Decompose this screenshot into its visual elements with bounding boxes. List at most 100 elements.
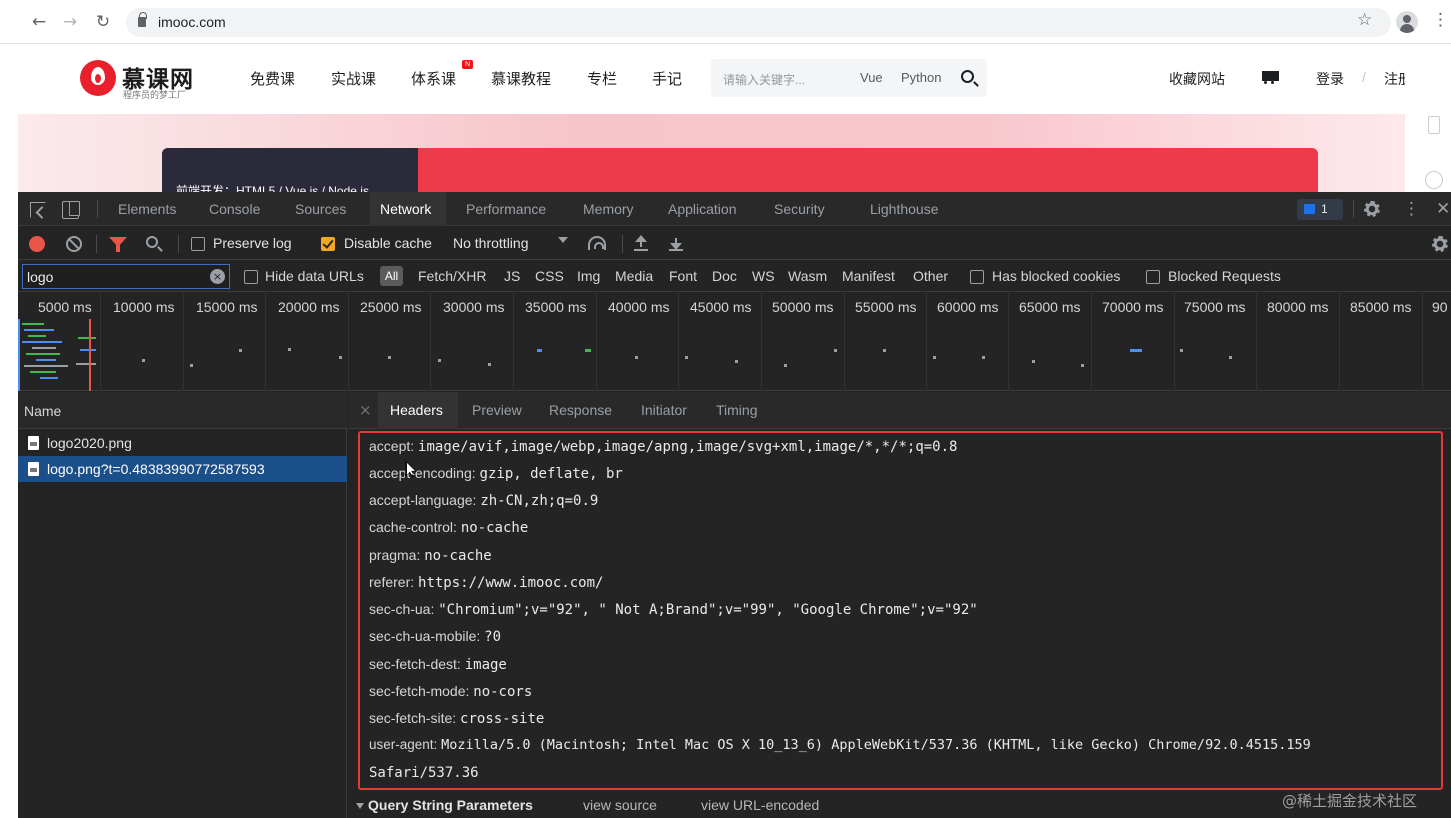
filter-type-all[interactable]: All [380,266,403,286]
favorite-site-link[interactable]: 收藏网站 [1169,69,1225,89]
filter-type-wasm[interactable]: Wasm [788,268,827,284]
timeline-tick: 80000 ms [1267,299,1329,315]
imooc-logo-icon[interactable] [80,60,116,96]
chevron-down-icon[interactable] [558,237,568,243]
site-nav-item[interactable]: 免费课 [250,68,295,89]
query-string-title[interactable]: Query String Parameters [368,797,533,813]
filter-type-font[interactable]: Font [669,268,697,284]
tab-console[interactable]: Console [209,201,260,217]
view-source-link[interactable]: view source [583,797,657,813]
tab-memory[interactable]: Memory [583,201,634,217]
import-har-icon[interactable] [634,235,648,251]
login-link[interactable]: 登录 [1316,69,1344,89]
record-icon[interactable] [29,236,45,252]
header-line[interactable]: sec-ch-ua-mobile: ?0 [369,628,501,645]
header-line-continuation[interactable]: Safari/537.36 [369,764,479,781]
close-devtools-icon[interactable]: ✕ [1436,199,1450,219]
has-blocked-cookies-checkbox[interactable] [970,270,984,284]
tab-application[interactable]: Application [668,201,737,217]
network-timeline-overview[interactable]: 5000 ms 10000 ms 15000 ms 20000 ms 25000… [18,293,1451,391]
tab-network[interactable]: Network [380,201,431,217]
filter-type-manifest[interactable]: Manifest [842,268,895,284]
forward-arrow-icon[interactable]: → [59,11,81,33]
tab-preview[interactable]: Preview [472,402,522,418]
request-row[interactable]: logo2020.png [18,430,347,456]
disable-cache-label[interactable]: Disable cache [344,235,432,251]
clear-icon[interactable] [66,236,82,252]
request-list-header[interactable]: Name [18,392,347,429]
close-detail-icon[interactable]: × [359,401,372,419]
tab-elements[interactable]: Elements [118,201,176,217]
settings-gear-icon[interactable] [1363,200,1381,218]
reload-icon[interactable]: ↻ [92,11,114,33]
blocked-requests-label[interactable]: Blocked Requests [1168,268,1281,284]
tab-initiator[interactable]: Initiator [641,402,687,418]
clear-filter-icon[interactable]: × [210,269,225,284]
blocked-requests-checkbox[interactable] [1146,270,1160,284]
profile-avatar-icon[interactable] [1396,11,1418,33]
has-blocked-cookies-label[interactable]: Has blocked cookies [992,268,1120,284]
collapse-triangle-icon[interactable] [356,803,364,809]
site-search-box[interactable]: 请输入关键字... Vue Python [711,59,987,97]
feedback-icon[interactable] [1425,171,1443,189]
filter-type-ws[interactable]: WS [752,268,775,284]
tab-sources[interactable]: Sources [295,201,346,217]
filter-input[interactable] [22,264,230,289]
header-line[interactable]: accept: image/avif,image/webp,image/apng… [369,438,957,455]
disable-cache-checkbox[interactable] [321,237,335,251]
tab-headers[interactable]: Headers [390,402,443,418]
preserve-log-label[interactable]: Preserve log [213,235,292,251]
back-arrow-icon[interactable]: ← [28,11,50,33]
export-har-icon[interactable] [669,235,683,251]
messages-badge[interactable]: 1 [1297,199,1343,220]
header-line[interactable]: sec-fetch-mode: no-cors [369,683,532,700]
view-url-encoded-link[interactable]: view URL-encoded [701,797,819,813]
tab-response[interactable]: Response [549,402,612,418]
hide-data-urls-checkbox[interactable] [244,270,258,284]
preserve-log-checkbox[interactable] [191,237,205,251]
request-row[interactable]: logo.png?t=0.48383990772587593 [18,456,347,482]
filter-type-media[interactable]: Media [615,268,653,284]
filter-type-js[interactable]: JS [504,268,520,284]
site-nav-item[interactable]: 实战课 [331,68,376,89]
filter-type-doc[interactable]: Doc [712,268,737,284]
header-line[interactable]: pragma: no-cache [369,547,492,564]
site-nav-item[interactable]: 专栏 [587,68,617,89]
filter-type-other[interactable]: Other [913,268,948,284]
filter-type-css[interactable]: CSS [535,268,564,284]
tab-lighthouse[interactable]: Lighthouse [870,201,939,217]
header-line[interactable]: sec-ch-ua: "Chromium";v="92", " Not A;Br… [369,601,978,618]
cart-icon[interactable] [1260,68,1279,84]
network-settings-gear-icon[interactable] [1431,235,1449,253]
filter-funnel-icon[interactable] [109,237,127,252]
hot-keyword[interactable]: Python [901,70,941,85]
address-bar[interactable]: imooc.com [126,8,1391,37]
site-nav-item[interactable]: 慕课教程 [491,68,551,89]
header-line[interactable]: sec-fetch-site: cross-site [369,710,544,727]
inspect-element-icon[interactable] [30,202,46,218]
search-icon[interactable] [146,236,158,248]
browser-menu-icon[interactable]: ⋮ [1432,10,1449,30]
mobile-app-icon[interactable] [1428,116,1440,134]
header-line[interactable]: accept-language: zh-CN,zh;q=0.9 [369,492,598,509]
bookmark-star-icon[interactable]: ☆ [1357,10,1372,30]
hide-data-urls-label[interactable]: Hide data URLs [265,268,364,284]
throttling-select[interactable]: No throttling [453,235,528,251]
tab-timing[interactable]: Timing [716,402,758,418]
tab-performance[interactable]: Performance [466,201,546,217]
devtools-menu-icon[interactable]: ⋮ [1403,199,1420,219]
banner-card[interactable]: 前端开发：HTML5 / Vue.js / Node.js [162,148,1318,194]
filter-type-fetch-xhr[interactable]: Fetch/XHR [418,268,486,284]
search-icon[interactable] [961,70,974,83]
device-toolbar-icon[interactable] [62,201,80,219]
site-nav-item[interactable]: 体系课 [411,68,456,89]
tab-security[interactable]: Security [774,201,825,217]
network-conditions-icon[interactable] [588,236,606,250]
header-line[interactable]: cache-control: no-cache [369,519,528,536]
header-line[interactable]: sec-fetch-dest: image [369,656,507,673]
hot-keyword[interactable]: Vue [860,70,883,85]
filter-type-img[interactable]: Img [577,268,600,284]
header-line[interactable]: user-agent: Mozilla/5.0 (Macintosh; Inte… [369,737,1311,753]
site-nav-item[interactable]: 手记 [652,68,682,89]
header-line[interactable]: referer: https://www.imooc.com/ [369,574,603,591]
